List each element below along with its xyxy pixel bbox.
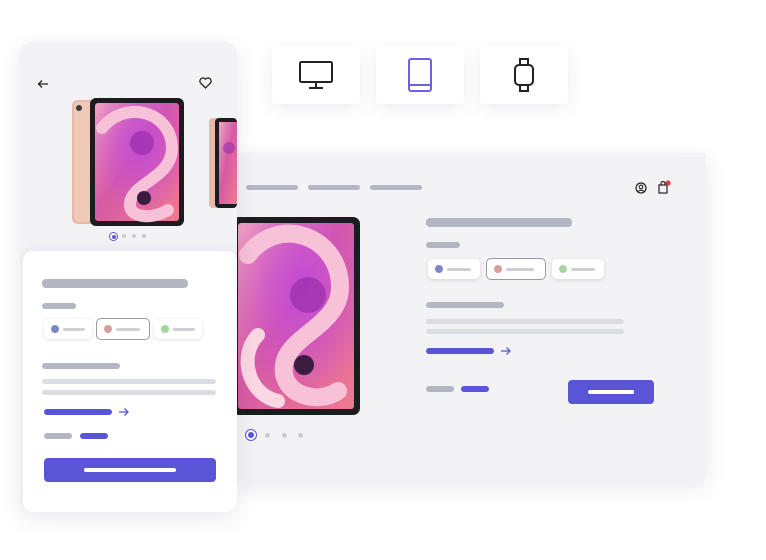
carousel-dot[interactable]	[142, 234, 146, 238]
carousel-dot-active[interactable]	[109, 232, 118, 241]
tablet-icon	[408, 58, 432, 92]
device-option-desktop[interactable]	[272, 46, 360, 104]
monitor-icon	[299, 61, 333, 89]
swatch-dot	[161, 325, 169, 333]
carousel-dot[interactable]	[298, 433, 303, 438]
price-old	[44, 433, 72, 439]
product-title	[42, 279, 188, 288]
price	[80, 433, 108, 439]
nav-link[interactable]	[308, 185, 360, 190]
arrow-right-icon[interactable]	[500, 345, 512, 357]
add-to-cart-button[interactable]	[568, 380, 654, 404]
watch-icon	[514, 58, 534, 92]
color-swatch[interactable]	[552, 259, 604, 279]
desktop-preview	[232, 153, 706, 481]
color-swatch-selected[interactable]	[96, 318, 150, 340]
device-option-watch[interactable]	[480, 46, 568, 104]
color-swatch[interactable]	[154, 319, 202, 339]
account-icon[interactable]	[635, 182, 647, 194]
color-label	[42, 303, 76, 309]
description-line	[426, 319, 624, 324]
carousel-dot[interactable]	[122, 234, 126, 238]
color-swatch-selected[interactable]	[486, 258, 546, 280]
swatch-dot	[104, 325, 112, 333]
product-image-next	[209, 118, 237, 208]
back-arrow-icon[interactable]	[37, 78, 49, 90]
color-swatch[interactable]	[44, 319, 92, 339]
description-line	[42, 390, 216, 395]
cart-icon[interactable]	[657, 180, 671, 194]
color-swatch[interactable]	[428, 259, 480, 279]
product-details-sheet	[23, 251, 237, 512]
swatch-dot	[559, 265, 567, 273]
device-option-tablet[interactable]	[376, 46, 464, 104]
carousel-dot[interactable]	[282, 433, 287, 438]
arrow-right-icon[interactable]	[118, 406, 130, 418]
swatch-dot	[494, 265, 502, 273]
product-image	[72, 98, 184, 226]
cart-badge	[665, 180, 671, 186]
swatch-dot	[435, 265, 443, 273]
nav-link[interactable]	[246, 185, 298, 190]
carousel-dot[interactable]	[265, 433, 270, 438]
learn-more-link[interactable]	[426, 348, 494, 354]
mobile-preview	[20, 42, 237, 512]
price-old	[426, 386, 454, 392]
learn-more-link[interactable]	[44, 409, 112, 415]
swatch-dot	[51, 325, 59, 333]
carousel-dot[interactable]	[132, 234, 136, 238]
add-to-cart-button[interactable]	[44, 458, 216, 482]
product-image	[232, 217, 360, 415]
nav-link[interactable]	[370, 185, 422, 190]
color-label	[426, 242, 460, 248]
carousel-dot-active[interactable]	[245, 429, 257, 441]
price	[461, 386, 489, 392]
description-line	[426, 329, 624, 334]
product-title	[426, 218, 572, 227]
description-line	[42, 379, 216, 384]
description-heading	[426, 302, 504, 308]
favorite-heart-icon[interactable]	[199, 77, 212, 89]
description-heading	[42, 363, 120, 369]
